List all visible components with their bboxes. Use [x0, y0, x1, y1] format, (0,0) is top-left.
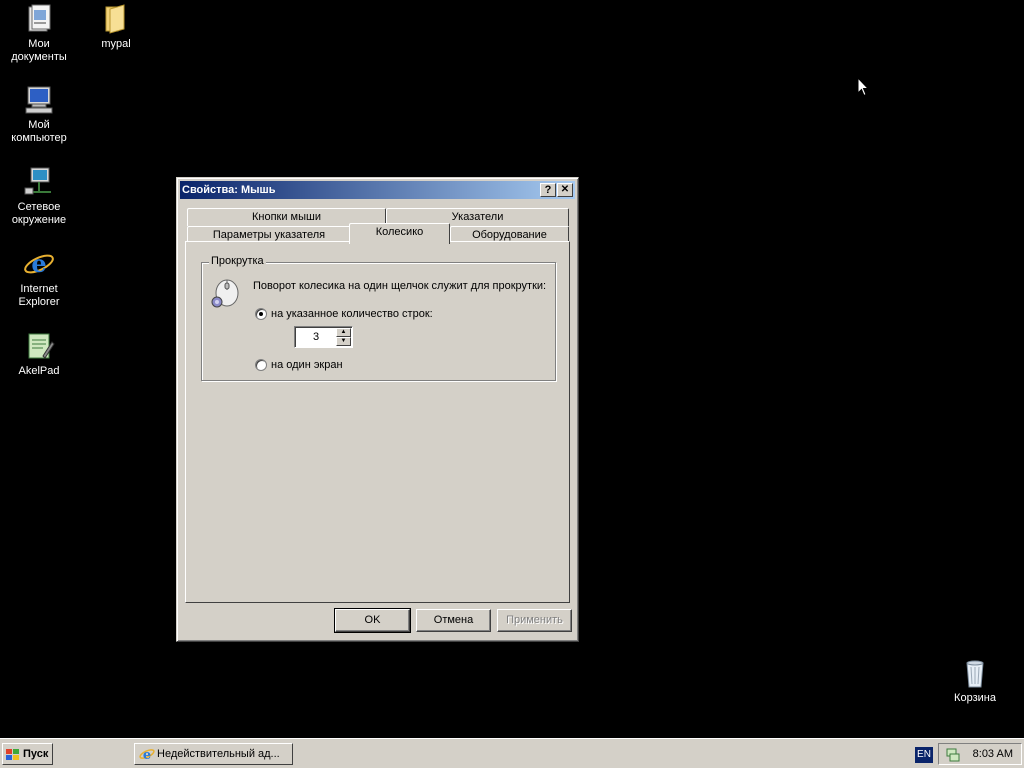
taskbar-item-label: Недействительный ад... — [157, 748, 280, 760]
stepper-down-button[interactable]: ▼ — [336, 337, 351, 346]
desktop-icon-my-computer[interactable]: Мой компьютер — [0, 84, 78, 145]
desktop-icon-internet-explorer[interactable]: e Internet Explorer — [0, 248, 78, 309]
desktop: Мои документы mypal Мой компьютер Сетево… — [0, 0, 1024, 738]
desktop-icon-network[interactable]: Сетевое окружение — [0, 166, 78, 227]
network-icon — [23, 166, 55, 198]
lines-count-input[interactable] — [297, 329, 335, 345]
desktop-icon-label: Internet Explorer — [18, 283, 60, 308]
desktop-icon-label: Мои документы — [11, 38, 67, 63]
my-computer-icon — [23, 84, 55, 116]
mouse-wheel-icon — [208, 275, 242, 309]
wheel-tab-panel: Прокрутка Поворот колесика на один щелчо… — [185, 241, 570, 603]
radio-screen-label[interactable]: на один экран — [271, 359, 343, 371]
internet-explorer-icon: e — [23, 248, 55, 280]
mouse-properties-dialog: Свойства: Мышь ? ✕ Кнопки мыши Указатели… — [176, 177, 579, 642]
dialog-titlebar[interactable]: Свойства: Мышь ? ✕ — [180, 181, 575, 199]
desktop-icon-label: Корзина — [954, 692, 996, 704]
start-label: Пуск — [23, 748, 49, 760]
desktop-icon-label: Мой компьютер — [11, 119, 67, 144]
desktop-icon-mypal[interactable]: mypal — [77, 3, 155, 51]
scroll-description: Поворот колесика на один щелчок служит д… — [253, 280, 547, 292]
ok-button[interactable]: OK — [334, 608, 411, 633]
desktop-icon-label: AkelPad — [18, 365, 60, 377]
my-documents-icon — [23, 3, 55, 35]
recycle-bin-icon — [959, 657, 991, 689]
folder-icon — [100, 3, 132, 35]
taskbar: Пуск e Недействительный ад... EN 8:03 AM — [0, 738, 1024, 768]
start-button[interactable]: Пуск — [2, 743, 53, 765]
desktop-icon-my-documents[interactable]: Мои документы — [0, 3, 78, 64]
svg-text:e: e — [31, 249, 46, 278]
radio-screen[interactable] — [255, 359, 267, 371]
scrolling-groupbox: Прокрутка Поворот колесика на один щелчо… — [201, 255, 556, 381]
language-indicator[interactable]: EN — [915, 747, 933, 763]
radio-selected-dot — [259, 312, 263, 316]
desktop-icon-recycle-bin[interactable]: Корзина — [936, 657, 1014, 705]
desktop-icon-label: mypal — [101, 38, 131, 50]
akelpad-icon — [23, 330, 55, 362]
help-button[interactable]: ? — [540, 183, 556, 197]
radio-lines[interactable] — [255, 308, 267, 320]
clock[interactable]: 8:03 AM — [973, 747, 1013, 761]
apply-button[interactable]: Применить — [497, 609, 572, 632]
dialog-title: Свойства: Мышь — [182, 184, 276, 196]
taskbar-item-browser[interactable]: e Недействительный ад... — [134, 743, 293, 765]
desktop-icon-akelpad[interactable]: AkelPad — [0, 330, 78, 378]
lines-count-stepper[interactable]: ▲ ▼ — [294, 326, 353, 348]
tab-wheel[interactable]: Колесико — [349, 223, 450, 244]
internet-explorer-icon: e — [139, 746, 155, 764]
system-tray: 8:03 AM — [938, 743, 1022, 765]
desktop-icon-label: Сетевое окружение — [11, 201, 67, 226]
network-tray-icon[interactable] — [945, 747, 961, 766]
svg-text:e: e — [143, 748, 151, 762]
scrolling-group-label: Прокрутка — [209, 255, 266, 267]
radio-lines-label[interactable]: на указанное количество строк: — [271, 308, 433, 320]
windows-logo-icon — [6, 748, 20, 760]
close-button[interactable]: ✕ — [557, 183, 573, 197]
cancel-button[interactable]: Отмена — [416, 609, 491, 632]
mouse-cursor-icon — [857, 76, 870, 100]
stepper-up-button[interactable]: ▲ — [336, 328, 351, 337]
